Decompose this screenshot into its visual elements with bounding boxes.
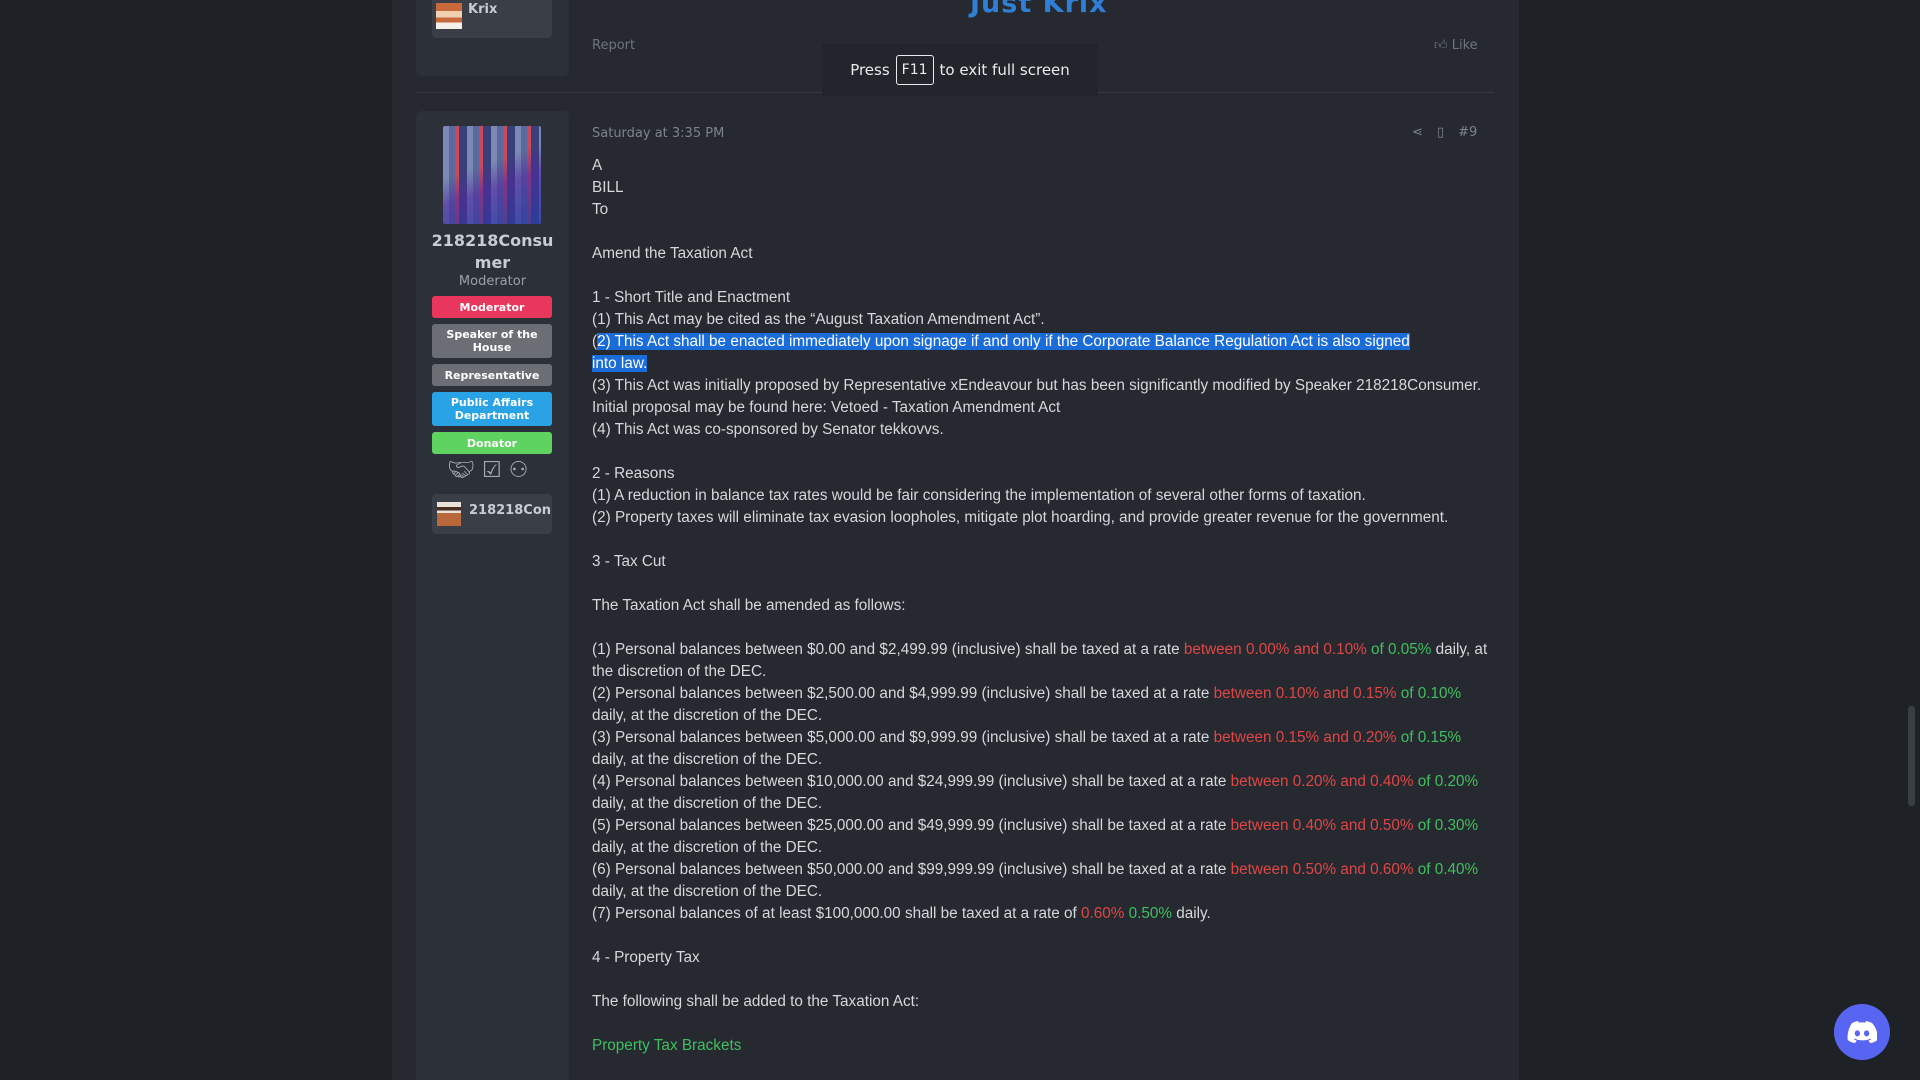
discord-button[interactable] — [1834, 1004, 1890, 1060]
section-1-clause-2: (2) This Act shall be enacted immediatel… — [592, 333, 1410, 372]
thumbs-up-icon: 👍︎ — [1434, 38, 1448, 53]
fullscreen-toast: Press F11 to exit full screen — [822, 44, 1098, 96]
section-4-title: 4 - Property Tax — [592, 949, 700, 966]
bookmark-icon[interactable]: ▯ — [1437, 125, 1444, 140]
user-name[interactable]: 218218Consumer — [426, 230, 559, 274]
scrollbar-thumb[interactable] — [1908, 706, 1915, 806]
tax-row: (4) Personal balances between $10,000.00… — [592, 773, 1483, 812]
like-label: Like — [1451, 38, 1478, 53]
section-4-intro: The following shall be added to the Taxa… — [592, 993, 920, 1010]
previous-user-name[interactable]: Krix — [468, 2, 497, 17]
banner-representative: Representative — [432, 364, 552, 386]
tax-row: (3) Personal balances between $5,000.00 … — [592, 729, 1466, 768]
linked-account-name[interactable]: 218218Con — [469, 503, 551, 518]
user-title: Moderator — [458, 274, 527, 289]
report-link[interactable]: Report — [592, 38, 635, 53]
share-icon[interactable]: ⋖ — [1412, 125, 1423, 140]
selected-text-cont: into law. — [592, 355, 648, 372]
tax-row: (1) Personal balances between $0.00 and … — [592, 641, 1492, 680]
post-date[interactable]: Saturday at 3:35 PM — [592, 126, 724, 141]
section-1-clause-3: (3) This Act was initially proposed by R… — [592, 377, 1486, 416]
people-icon[interactable]: ⚇ — [509, 458, 529, 483]
previous-user-avatar[interactable] — [436, 3, 462, 29]
trophy-row: 🤝︎ ☑ ⚇ — [447, 458, 528, 483]
post-actions: ⋖ ▯ #9 — [1412, 125, 1477, 140]
avatar[interactable] — [443, 126, 541, 224]
f11-key: F11 — [895, 55, 934, 85]
banner-speaker: Speaker of the House — [432, 324, 552, 358]
section-1-clause-4: (4) This Act was co-sponsored by Senator… — [592, 421, 944, 438]
banner-donator: Donator — [432, 432, 552, 454]
like-button[interactable]: 👍︎ Like — [1434, 38, 1478, 53]
post-number[interactable]: #9 — [1458, 125, 1477, 140]
line-amend: Amend the Taxation Act — [592, 245, 753, 262]
tax-row: (7) Personal balances of at least $100,0… — [592, 905, 1211, 922]
discord-icon — [1847, 1021, 1877, 1043]
section-2-clause-2: (2) Property taxes will eliminate tax ev… — [592, 509, 1449, 526]
section-2-title: 2 - Reasons — [592, 465, 675, 482]
post-body: A BILL To Amend the Taxation Act 1 - Sho… — [592, 155, 1492, 1057]
toast-text-post: to exit full screen — [939, 61, 1070, 79]
banner-public-affairs: Public Affairs Department — [432, 392, 552, 426]
line-bill: BILL — [592, 179, 624, 196]
selected-text: 2) This Act shall be enacted immediately… — [597, 333, 1410, 350]
handshake-icon[interactable]: 🤝︎ — [447, 458, 475, 483]
toast-text-pre: Press — [850, 61, 890, 79]
ballot-icon[interactable]: ☑ — [482, 458, 502, 483]
section-3-intro: The Taxation Act shall be amended as fol… — [592, 597, 906, 614]
property-tax-brackets-link[interactable]: Property Tax Brackets — [592, 1035, 1492, 1057]
tax-row: (6) Personal balances between $50,000.00… — [592, 861, 1483, 900]
line-to: To — [592, 201, 609, 218]
section-1-title: 1 - Short Title and Enactment — [592, 289, 791, 306]
linked-account-avatar[interactable] — [437, 502, 461, 526]
line-a: A — [592, 157, 603, 174]
previous-post-title: Just Krix — [970, 0, 1108, 19]
tax-row: (5) Personal balances between $25,000.00… — [592, 817, 1483, 856]
section-2-clause-1: (1) A reduction in balance tax rates wou… — [592, 487, 1366, 504]
section-1-clause-1: (1) This Act may be cited as the “August… — [592, 311, 1045, 328]
banner-moderator: Moderator — [432, 296, 552, 318]
tax-row: (2) Personal balances between $2,500.00 … — [592, 685, 1466, 724]
section-3-title: 3 - Tax Cut — [592, 553, 666, 570]
